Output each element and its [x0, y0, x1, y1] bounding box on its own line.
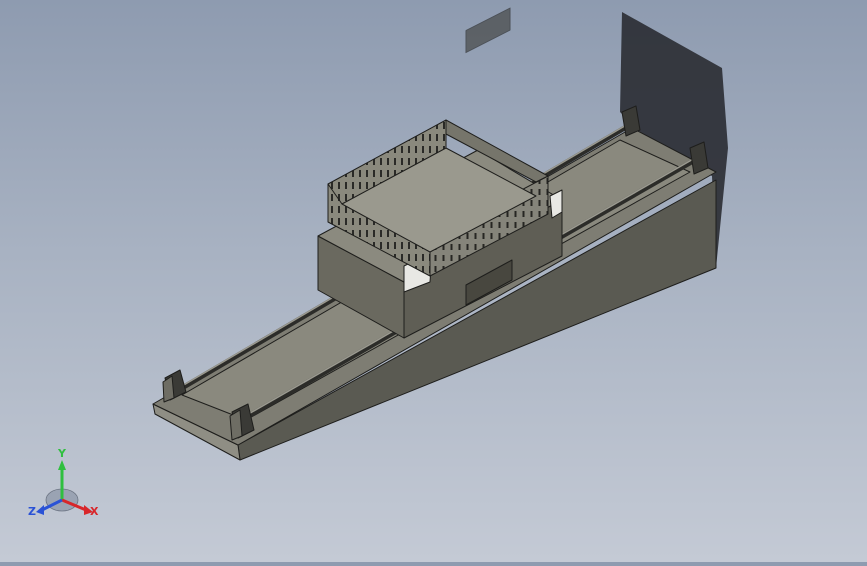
- cad-viewport[interactable]: Y X Z: [0, 0, 867, 562]
- carriage-slot: [465, 7, 511, 54]
- orientation-triad[interactable]: Y X Z: [28, 447, 99, 518]
- x-axis-label: X: [90, 505, 99, 518]
- z-axis-label: Z: [28, 505, 36, 518]
- model-canvas[interactable]: Y X Z: [0, 0, 867, 562]
- y-axis-label: Y: [57, 447, 67, 460]
